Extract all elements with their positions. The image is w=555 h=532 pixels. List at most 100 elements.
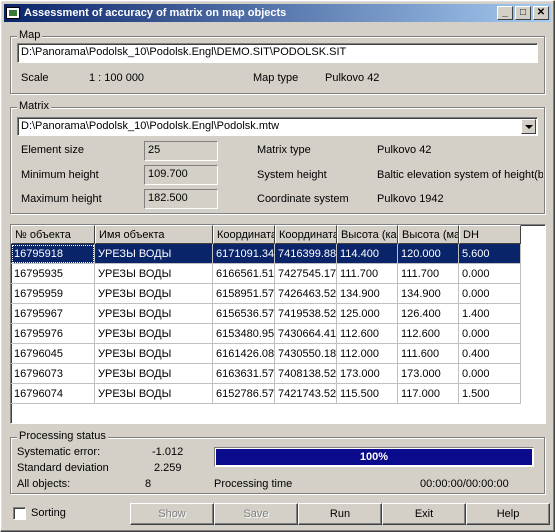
cell-object-name: УРЕЗЫ ВОДЫ xyxy=(95,304,213,324)
table-row[interactable]: 16796073 УРЕЗЫ ВОДЫ 6163631.57 7408138.52 17… xyxy=(11,364,545,384)
progress-bar: 100% xyxy=(214,447,534,467)
show-button[interactable]: Show xyxy=(130,503,214,525)
results-table[interactable]: № объекта Имя объекта Координата Координ… xyxy=(10,224,546,424)
cell-height-map: 173.000 xyxy=(337,364,398,384)
chevron-down-icon xyxy=(524,124,533,129)
table-row[interactable]: 16795935 УРЕЗЫ ВОДЫ 6166561.51 7427545.17 11… xyxy=(11,264,545,284)
sorting-checkbox[interactable] xyxy=(13,507,26,520)
cell-coord-y: 7430550.18 xyxy=(275,344,337,364)
cell-coord-y: 7416399.88 xyxy=(275,244,337,264)
exit-button[interactable]: Exit xyxy=(382,503,466,525)
column-header-height-map[interactable]: Высота (ка xyxy=(337,225,398,244)
cell-object-number: 16795935 xyxy=(11,264,95,284)
table-row[interactable]: 16795918 УРЕЗЫ ВОДЫ 6171091.34 7416399.88 11… xyxy=(11,244,545,264)
cell-height-matrix: 173.000 xyxy=(398,364,459,384)
cell-coord-x: 6161426.08 xyxy=(213,344,275,364)
cell-coord-y: 7426463.52 xyxy=(275,284,337,304)
coordinate-system-value: Pulkovo 1942 xyxy=(377,193,444,205)
cell-coord-x: 6171091.34 xyxy=(213,244,275,264)
cell-height-map: 114.400 xyxy=(337,244,398,264)
column-header-height-matrix[interactable]: Высота (ма xyxy=(398,225,459,244)
cell-coord-x: 6156536.57 xyxy=(213,304,275,324)
sorting-label[interactable]: Sorting xyxy=(31,507,66,519)
cell-coord-x: 6153480.95 xyxy=(213,324,275,344)
element-size-value: 25 xyxy=(144,141,218,161)
column-header-dh[interactable]: DH xyxy=(459,225,521,244)
cell-height-map: 112.600 xyxy=(337,324,398,344)
scale-label: Scale xyxy=(21,72,49,84)
cell-coord-y: 7421743.52 xyxy=(275,384,337,404)
column-header-object-number[interactable]: № объекта xyxy=(11,225,95,244)
column-header-coord-x[interactable]: Координата xyxy=(213,225,275,244)
close-button[interactable]: ✕ xyxy=(533,6,549,20)
scale-value: 1 : 100 000 xyxy=(89,72,145,84)
cell-dh: 0.000 xyxy=(459,364,521,384)
map-type-value: Pulkovo 42 xyxy=(325,72,380,84)
cell-height-matrix: 111.700 xyxy=(398,264,459,284)
all-objects-value: 8 xyxy=(145,478,152,490)
map-group-label: Map xyxy=(17,29,43,41)
table-body: 16795918 УРЕЗЫ ВОДЫ 6171091.34 7416399.88 11… xyxy=(11,244,545,404)
minimize-button[interactable]: _ xyxy=(497,6,513,20)
cell-height-matrix: 120.000 xyxy=(398,244,459,264)
system-height-label: System height xyxy=(257,169,327,181)
column-header-coord-y[interactable]: Координата xyxy=(275,225,337,244)
cell-dh: 0.400 xyxy=(459,344,521,364)
table-row[interactable]: 16796045 УРЕЗЫ ВОДЫ 6161426.08 7430550.18 11… xyxy=(11,344,545,364)
min-height-value: 109.700 xyxy=(144,165,218,185)
cell-object-number: 16795918 xyxy=(11,244,95,264)
cell-coord-y: 7430664.41 xyxy=(275,324,337,344)
cell-object-number: 16795976 xyxy=(11,324,95,344)
cell-height-matrix: 126.400 xyxy=(398,304,459,324)
cell-height-map: 112.000 xyxy=(337,344,398,364)
cell-object-name: УРЕЗЫ ВОДЫ xyxy=(95,284,213,304)
cell-height-map: 111.700 xyxy=(337,264,398,284)
cell-object-name: УРЕЗЫ ВОДЫ xyxy=(95,244,213,264)
column-header-object-name[interactable]: Имя объекта xyxy=(95,225,213,244)
systematic-error-label: Systematic error: xyxy=(17,446,101,458)
min-height-label: Minimum height xyxy=(21,169,99,181)
matrix-path-select[interactable]: D:\Panorama\Podolsk_10\Podolsk.Engl\Podo… xyxy=(17,117,538,136)
cell-dh: 1.400 xyxy=(459,304,521,324)
cell-height-matrix: 117.000 xyxy=(398,384,459,404)
run-button[interactable]: Run xyxy=(298,503,382,525)
matrix-group-label: Matrix xyxy=(17,100,51,112)
cell-dh: 0.000 xyxy=(459,284,521,304)
table-header: № объекта Имя объекта Координата Координ… xyxy=(11,225,545,244)
cell-coord-x: 6163631.57 xyxy=(213,364,275,384)
cell-object-number: 16795967 xyxy=(11,304,95,324)
table-row[interactable]: 16795959 УРЕЗЫ ВОДЫ 6158951.57 7426463.52 13… xyxy=(11,284,545,304)
standard-deviation-value: 2.259 xyxy=(154,462,182,474)
systematic-error-value: -1.012 xyxy=(152,446,184,458)
cell-object-name: УРЕЗЫ ВОДЫ xyxy=(95,344,213,364)
help-button[interactable]: Help xyxy=(466,503,550,525)
table-row[interactable]: 16796074 УРЕЗЫ ВОДЫ 6152786.57 7421743.52 11… xyxy=(11,384,545,404)
table-row[interactable]: 16795976 УРЕЗЫ ВОДЫ 6153480.95 7430664.41 11… xyxy=(11,324,545,344)
cell-object-name: УРЕЗЫ ВОДЫ xyxy=(95,364,213,384)
all-objects-label: All objects: xyxy=(17,478,71,490)
dropdown-button[interactable] xyxy=(521,119,536,134)
dialog-window: Assessment of accuracy of matrix on map … xyxy=(0,0,555,532)
element-size-label: Element size xyxy=(21,144,84,156)
cell-object-name: УРЕЗЫ ВОДЫ xyxy=(95,264,213,284)
save-button[interactable]: Save xyxy=(214,503,298,525)
cell-coord-y: 7427545.17 xyxy=(275,264,337,284)
title-bar[interactable]: Assessment of accuracy of matrix on map … xyxy=(4,4,551,22)
standard-deviation-label: Standard deviation xyxy=(17,462,109,474)
table-row[interactable]: 16795967 УРЕЗЫ ВОДЫ 6156536.57 7419538.52 12… xyxy=(11,304,545,324)
processing-status-label: Processing status xyxy=(17,430,108,442)
cell-coord-x: 6152786.57 xyxy=(213,384,275,404)
cell-object-number: 16796045 xyxy=(11,344,95,364)
system-height-value: Baltic elevation system of height(ba xyxy=(377,169,543,181)
matrix-type-label: Matrix type xyxy=(257,144,311,156)
maximize-button[interactable]: □ xyxy=(515,6,531,20)
map-path-field[interactable]: D:\Panorama\Podolsk_10\Podolsk.Engl\DEMO… xyxy=(17,43,538,63)
window-title: Assessment of accuracy of matrix on map … xyxy=(24,7,287,19)
cell-dh: 1.500 xyxy=(459,384,521,404)
cell-dh: 0.000 xyxy=(459,324,521,344)
cell-coord-x: 6158951.57 xyxy=(213,284,275,304)
cell-coord-x: 6166561.51 xyxy=(213,264,275,284)
cell-height-map: 115.500 xyxy=(337,384,398,404)
processing-time-value: 00:00:00/00:00:00 xyxy=(420,478,509,490)
cell-height-map: 134.900 xyxy=(337,284,398,304)
